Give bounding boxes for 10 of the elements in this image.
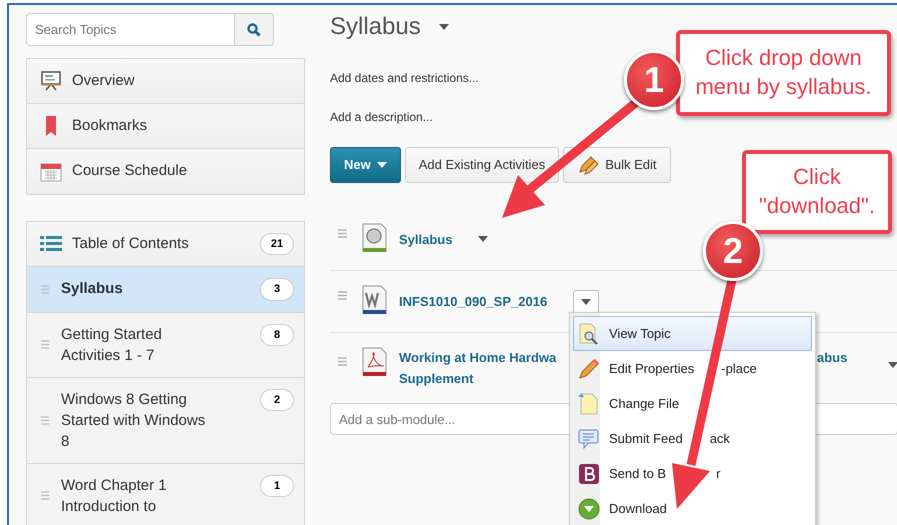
count-badge: 21: [260, 232, 294, 256]
page-title: Syllabus: [330, 12, 421, 42]
step-number: 2: [703, 221, 763, 281]
callout-box: Click drop down menu by syllabus.: [676, 30, 891, 116]
count-badge: 1: [260, 474, 294, 497]
count-badge: 3: [260, 278, 294, 300]
count-badge: 2: [260, 388, 294, 411]
callout-box: Click "download".: [742, 150, 892, 234]
step-number: 1: [624, 50, 684, 110]
count-badge: 8: [260, 324, 294, 346]
